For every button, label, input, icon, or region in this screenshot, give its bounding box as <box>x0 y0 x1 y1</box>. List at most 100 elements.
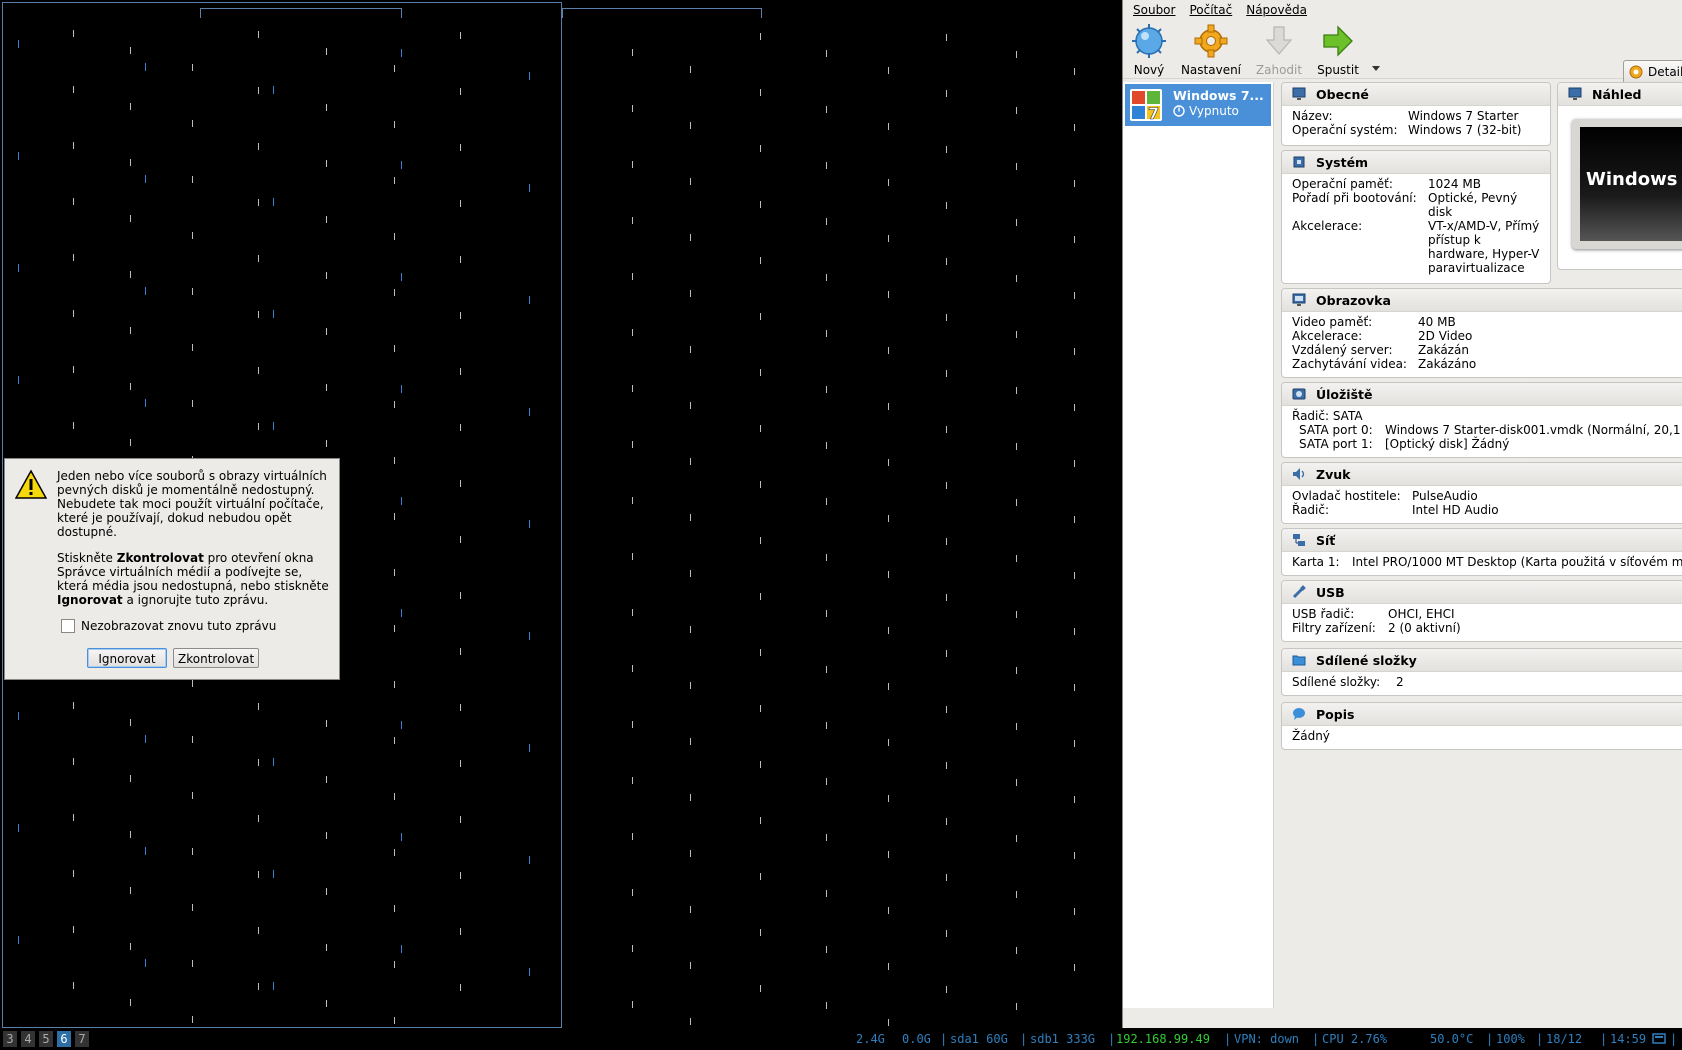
start-label: Spustit <box>1317 63 1359 77</box>
section-display-header[interactable]: Obrazovka <box>1282 289 1682 312</box>
ignore-button[interactable]: Ignorovat <box>87 648 167 668</box>
section-system: Systém Operační paměť: 1024 MB Pořadí při… <box>1281 150 1551 284</box>
status-cpu: CPU 2.76% <box>1322 1032 1388 1046</box>
windows-7-os-icon: 7 <box>1130 89 1162 122</box>
details-label: Detaily <box>1648 65 1682 79</box>
arrow-down-icon <box>1265 26 1293 55</box>
check-button[interactable]: Zkontrolovat <box>173 648 259 668</box>
section-system-header[interactable]: Systém <box>1282 151 1550 174</box>
status-sep-6: | <box>1486 1032 1494 1046</box>
menu-file[interactable]: Soubor <box>1133 3 1175 17</box>
storage-port1-value: [Optický disk] Žádný <box>1385 437 1510 451</box>
network-card-value: Intel PRO/1000 MT Desktop (Karta použitá… <box>1352 555 1682 569</box>
usb-filters-key: Filtry zařízení: <box>1292 621 1376 635</box>
speaker-icon <box>1293 468 1305 480</box>
section-usb-body: USB řadič: OHCI, EHCI Filtry zařízení: 2 (… <box>1282 604 1682 635</box>
workspace-3[interactable]: 3 <box>3 1031 17 1047</box>
new-button[interactable]: Nový <box>1129 24 1169 77</box>
display-remote-value: Zakázán <box>1418 343 1469 357</box>
audio-host-value: PulseAudio <box>1412 489 1478 503</box>
status-sep-1: | <box>940 1032 948 1046</box>
general-name-key: Název: <box>1292 109 1333 123</box>
section-storage: Úložiště Řadič: SATA SATA port 0: Windows… <box>1281 382 1682 458</box>
section-audio-title: Zvuk <box>1316 466 1351 482</box>
section-display-title: Obrazovka <box>1316 292 1391 308</box>
status-vpn: VPN: down <box>1234 1032 1300 1046</box>
section-usb-title: USB <box>1316 584 1345 600</box>
system-accel-key: Akcelerace: <box>1292 219 1363 233</box>
section-description-header[interactable]: Popis <box>1282 703 1682 726</box>
usb-controller-value: OHCI, EHCI <box>1388 607 1455 621</box>
section-general: Obecné Název: Windows 7 Starter Operační … <box>1281 82 1551 146</box>
section-network-body: Karta 1: Intel PRO/1000 MT Desktop (Karta… <box>1282 552 1682 569</box>
display-vmem-value: 40 MB <box>1418 315 1456 329</box>
discard-label: Zahodit <box>1255 63 1303 77</box>
section-display: Obrazovka Video paměť: 40 MB Akcelerace: 2… <box>1281 288 1682 378</box>
settings-button[interactable]: Nastavení <box>1179 24 1243 77</box>
virtualbox-manager-window: Soubor Počítač Nápověda Nový Nastavení Z… <box>1122 0 1682 1028</box>
workspace-7[interactable]: 7 <box>75 1031 89 1047</box>
section-general-header[interactable]: Obecné <box>1282 83 1550 106</box>
system-memory-value: 1024 MB <box>1428 177 1481 191</box>
status-sep-4: | <box>1224 1032 1232 1046</box>
status-sep-3: | <box>1108 1032 1116 1046</box>
status-swap: 0.0G <box>902 1032 931 1046</box>
start-button[interactable]: Spustit <box>1313 24 1363 77</box>
section-shared-folders-header[interactable]: Sdílené složky <box>1282 649 1682 672</box>
status-sdb1: sdb1 333G <box>1030 1032 1096 1046</box>
workspace-6[interactable]: 6 <box>57 1031 71 1047</box>
status-battery: 100% <box>1496 1032 1525 1046</box>
menu-machine[interactable]: Počítač <box>1189 3 1232 17</box>
shared-folders-key: Sdílené složky: <box>1292 675 1381 689</box>
details-gear-icon <box>1629 65 1643 79</box>
status-date: 18/12 <box>1546 1032 1583 1046</box>
section-network: Síť Karta 1: Intel PRO/1000 MT Desktop (K… <box>1281 528 1682 576</box>
section-audio-header[interactable]: Zvuk <box>1282 463 1682 486</box>
display-remote-key: Vzdálený server: <box>1292 343 1393 357</box>
menu-help[interactable]: Nápověda <box>1246 3 1307 17</box>
warning-icon <box>15 469 47 499</box>
section-description-body: Žádný <box>1282 726 1682 743</box>
dialog-message-paragraph-2: Stiskněte Zkontrolovat pro otevření okna… <box>57 551 329 607</box>
system-boot-value: Optické, Pevný disk <box>1428 191 1518 219</box>
dialog-message: Jeden nebo více souborů s obrazy virtuál… <box>57 469 335 619</box>
section-usb-header[interactable]: USB <box>1282 581 1682 604</box>
system-memory-key: Operační paměť: <box>1292 177 1393 191</box>
display-icon <box>1292 293 1306 306</box>
vm-state: Vypnuto <box>1173 104 1239 118</box>
details-button[interactable]: Detaily <box>1623 60 1682 84</box>
section-preview-header[interactable]: Náhled <box>1558 83 1682 106</box>
checkbox-label: Nezobrazovat znovu tuto zprávu <box>81 619 277 633</box>
vm-list-item[interactable]: 7 Windows 7... Vypnuto <box>1125 84 1271 126</box>
general-os-key: Operační systém: <box>1292 123 1398 137</box>
general-name-value: Windows 7 Starter <box>1408 109 1519 123</box>
tray-icon[interactable] <box>1652 1033 1666 1045</box>
storage-port1-key: SATA port 1: <box>1299 437 1373 451</box>
vm-state-label: Vypnuto <box>1189 104 1239 118</box>
system-accel-value: VT-x/AMD-V, Přímý přístup k hardware, Hy… <box>1428 219 1540 275</box>
section-system-body: Operační paměť: 1024 MB Pořadí při bootov… <box>1282 174 1550 275</box>
status-mem: 2.4G <box>856 1032 885 1046</box>
discard-button[interactable]: Zahodit <box>1251 24 1307 77</box>
workspace-5[interactable]: 5 <box>39 1031 53 1047</box>
status-time: 14:59 <box>1610 1032 1647 1046</box>
preview-monitor-icon <box>1568 87 1582 100</box>
section-storage-body: Řadič: SATA SATA port 0: Windows 7 Starte… <box>1282 406 1682 451</box>
status-sda1: sda1 60G <box>950 1032 1008 1046</box>
section-preview-title: Náhled <box>1592 86 1642 102</box>
dont-show-again-checkbox[interactable]: Nezobrazovat znovu tuto zprávu <box>61 619 276 633</box>
chip-icon <box>1293 156 1305 168</box>
section-shared-folders-body: Sdílené složky: 2 <box>1282 672 1682 689</box>
chevron-down-icon[interactable] <box>1371 64 1381 72</box>
section-storage-header[interactable]: Úložiště <box>1282 383 1682 406</box>
workspace-4[interactable]: 4 <box>21 1031 35 1047</box>
gear-icon <box>1194 24 1228 58</box>
section-network-header[interactable]: Síť <box>1282 529 1682 552</box>
section-shared-folders: Sdílené složky Sdílené složky: 2 <box>1281 648 1682 696</box>
checkbox-box[interactable] <box>61 619 75 633</box>
preview-screen-frame: Windows 7 <box>1572 119 1682 249</box>
shared-folders-value: 2 <box>1396 675 1404 689</box>
display-vmem-key: Video paměť: <box>1292 315 1373 329</box>
usb-filters-value: 2 (0 aktivní) <box>1388 621 1461 635</box>
status-sep-8: | <box>1600 1032 1608 1046</box>
